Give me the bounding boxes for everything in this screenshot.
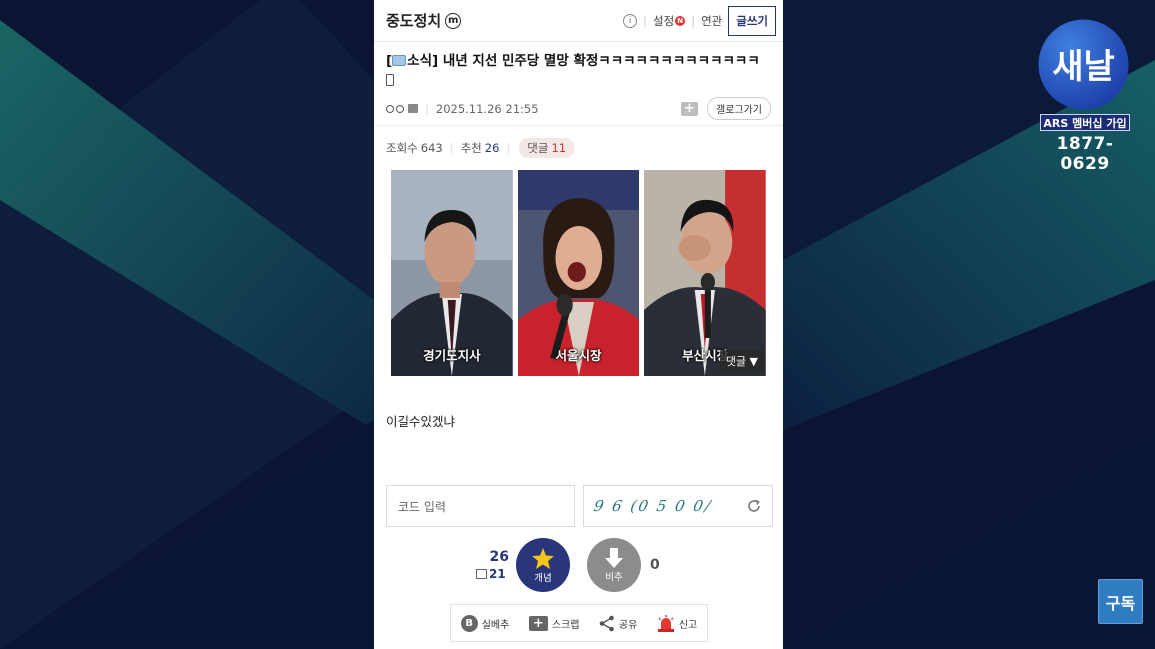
mobile-page: 중도정치 m i | 설정 N | 연관 글쓰기 [소식] 내년 지선 민주당 멸… xyxy=(374,0,783,649)
view-count: 643 xyxy=(420,141,443,155)
vote-area: 26 21 개념 비추 0 xyxy=(374,536,783,594)
gallery-title[interactable]: 중도정치 xyxy=(386,10,441,31)
related-link[interactable]: 연관 xyxy=(701,13,722,29)
b-circle-icon: B xyxy=(460,614,478,632)
best-recommend-button[interactable]: B 실베추 xyxy=(460,614,509,632)
star-icon xyxy=(532,547,554,569)
downvote-button[interactable]: 비추 xyxy=(587,538,641,592)
captcha-image: 9 6 (0 5 0 0/ xyxy=(583,485,773,527)
captcha-row: 코드 입력 9 6 (0 5 0 0/ xyxy=(386,485,773,527)
ring-icon xyxy=(396,104,404,113)
down-arrow-icon xyxy=(605,548,623,568)
post-image[interactable]: 경기도지사 서울시장 부산시장 댓글 ▼ xyxy=(391,170,767,376)
share-button[interactable]: 공유 xyxy=(599,615,637,632)
post-meta: | 2025.11.26 21:55 + 갤로그가기 xyxy=(386,97,771,120)
photo-2: 서울시장 xyxy=(517,170,640,376)
upvote-count: 26 xyxy=(489,549,509,565)
post-title: [소식] 내년 지선 민주당 멸망 확정ㅋㅋㅋㅋㅋㅋㅋㅋㅋㅋㅋㅋㅋ xyxy=(386,51,771,91)
recommend-count: 26 xyxy=(484,141,500,155)
scrap-icon: + xyxy=(528,615,548,631)
ring-icon xyxy=(386,104,394,113)
comment-jump-button[interactable]: 댓글 ▼ xyxy=(719,350,765,372)
top-bar: 중도정치 m i | 설정 N | 연관 글쓰기 xyxy=(374,0,783,42)
write-button[interactable]: 글쓰기 xyxy=(728,5,776,36)
photo-caption: 서울시장 xyxy=(555,348,602,363)
logo-text: 새날 xyxy=(1052,47,1115,87)
photo-3: 부산시장 댓글 ▼ xyxy=(644,170,767,376)
fixed-nick-icon xyxy=(476,569,487,579)
author[interactable] xyxy=(386,104,418,113)
fixed-upvote-count: 21 xyxy=(476,567,506,581)
refresh-icon[interactable] xyxy=(746,498,762,514)
report-button[interactable]: 신고 xyxy=(657,614,697,632)
mobile-icon xyxy=(386,74,394,86)
membership-banner: ARS 멤버십 가입 xyxy=(1040,114,1130,131)
photo-caption: 경기도지사 xyxy=(423,348,481,363)
add-icon[interactable]: + xyxy=(681,101,698,116)
captcha-text: 9 6 (0 5 0 0/ xyxy=(592,497,714,515)
post-body: 이길수있겠냐 xyxy=(386,414,456,429)
post-action-bar: B 실베추 + 스크랩 공유 신고 xyxy=(450,604,708,642)
minor-gallery-badge: m xyxy=(445,12,462,29)
channel-logo: 새날 xyxy=(1038,19,1129,110)
downvote-count: 0 xyxy=(650,557,660,573)
captcha-input[interactable]: 코드 입력 xyxy=(386,485,575,527)
photo-1: 경기도지사 xyxy=(391,170,513,376)
ars-phone-number: 1877-0629 xyxy=(1056,134,1114,174)
post-stats: 조회수 643 | 추천 26 | 댓글 11 xyxy=(374,126,783,158)
share-icon xyxy=(599,615,614,631)
post-header: [소식] 내년 지선 민주당 멸망 확정ㅋㅋㅋㅋㅋㅋㅋㅋㅋㅋㅋㅋㅋ | 2025… xyxy=(374,42,783,126)
tv-icon xyxy=(392,55,407,66)
scrap-button[interactable]: + 스크랩 xyxy=(528,615,579,631)
subscribe-button[interactable]: 구독 xyxy=(1098,579,1143,624)
settings-link[interactable]: 설정 N xyxy=(653,13,686,29)
new-badge: N xyxy=(675,15,686,26)
gallog-button[interactable]: 갤로그가기 xyxy=(707,97,771,120)
top-right-menu: i | 설정 N | 연관 글쓰기 xyxy=(623,5,776,36)
upvote-button[interactable]: 개념 xyxy=(516,538,570,592)
info-icon[interactable]: i xyxy=(623,13,638,28)
siren-icon xyxy=(657,614,674,632)
post-datetime: 2025.11.26 21:55 xyxy=(435,101,539,116)
comment-count-pill[interactable]: 댓글 11 xyxy=(519,138,575,158)
gallog-icon xyxy=(408,104,418,113)
